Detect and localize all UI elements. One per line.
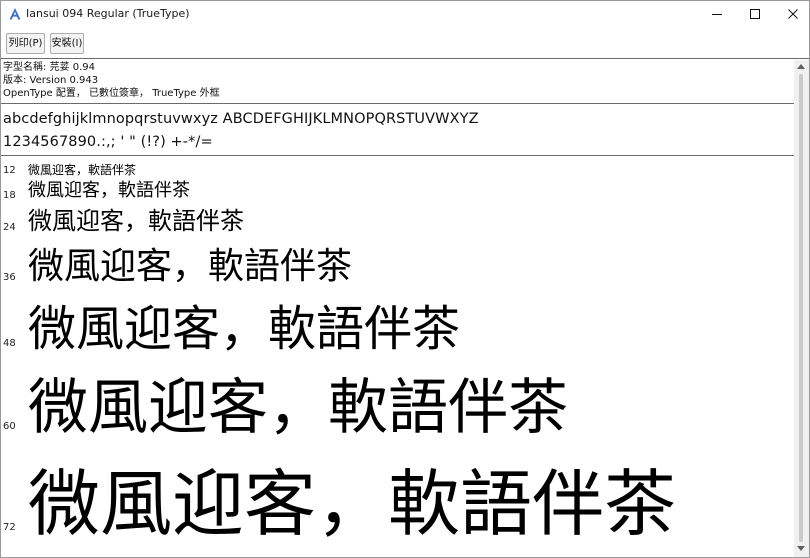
toolbar: 列印(P) 安裝(I)	[1, 27, 809, 59]
font-name-line: 字型名稱: 芫荽 0.94	[3, 62, 95, 73]
size-label-12: 12	[3, 165, 16, 176]
scroll-down-arrow-icon[interactable]	[797, 546, 805, 551]
sample-text-18: 微風迎客，軟語伴茶	[28, 180, 190, 201]
title-bar[interactable]: Iansui 094 Regular (TrueType)	[1, 1, 809, 27]
scroll-up-arrow-icon[interactable]	[797, 64, 805, 69]
font-features-line: OpenType 配置， 已數位簽章， TrueType 外框	[3, 88, 220, 99]
sample-text-12: 微風迎客，軟語伴茶	[28, 163, 137, 177]
print-button[interactable]: 列印(P)	[6, 33, 45, 54]
size-label-48: 48	[3, 338, 16, 349]
divider	[1, 103, 794, 104]
size-label-36: 36	[3, 272, 16, 283]
divider	[1, 155, 794, 156]
font-viewer-window: Iansui 094 Regular (TrueType) 列印(P) 安裝(I…	[0, 0, 810, 558]
font-viewer-icon	[9, 8, 21, 20]
size-label-24: 24	[3, 222, 16, 233]
sample-text-60: 微風迎客，軟語伴茶	[28, 373, 568, 443]
scroll-thumb[interactable]	[799, 74, 803, 542]
size-label-72: 72	[3, 522, 16, 533]
charset-digits-symbols: 1234567890.:,; ' " (!?) +-*/=	[3, 134, 213, 150]
charset-alphabet: abcdefghijklmnopqrstuvwxyz ABCDEFGHIJKLM…	[3, 111, 479, 127]
install-button[interactable]: 安裝(I)	[50, 33, 84, 54]
sample-text-48: 微風迎客，軟語伴茶	[28, 301, 461, 357]
font-preview-pane[interactable]: 字型名稱: 芫荽 0.94 版本: Version 0.943 OpenType…	[1, 60, 794, 557]
sample-text-36: 微風迎客，軟語伴茶	[28, 246, 353, 287]
close-button[interactable]	[771, 1, 809, 27]
sample-text-24: 微風迎客，軟語伴茶	[28, 207, 244, 235]
vertical-scrollbar[interactable]	[794, 60, 809, 557]
close-icon	[788, 9, 798, 19]
size-label-18: 18	[3, 190, 16, 201]
maximize-icon	[750, 9, 760, 19]
window-title: Iansui 094 Regular (TrueType)	[26, 7, 190, 20]
font-version-line: 版本: Version 0.943	[3, 75, 99, 86]
font-info: 字型名稱: 芫荽 0.94 版本: Version 0.943 OpenType…	[3, 61, 220, 100]
size-label-60: 60	[3, 421, 16, 432]
minimize-icon	[712, 14, 722, 15]
sample-text-72: 微風迎客，軟語伴茶	[28, 462, 677, 546]
